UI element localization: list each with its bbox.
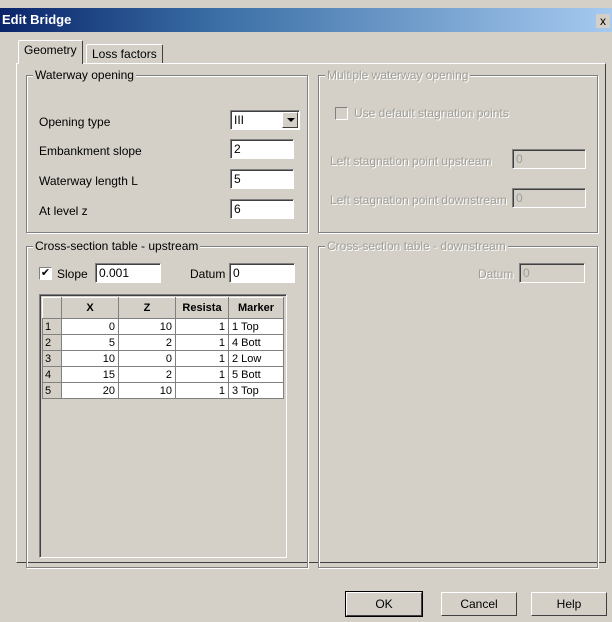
left-downstream-label: Left stagnation point downstream	[330, 193, 507, 207]
tab-loss-factors[interactable]: Loss factors	[86, 44, 163, 64]
waterway-length-input[interactable]: 5	[230, 169, 294, 189]
cell-marker[interactable]: 2 Low	[228, 350, 284, 367]
datum-input[interactable]: 0	[229, 263, 295, 283]
at-level-input[interactable]: 6	[230, 199, 294, 219]
row-header[interactable]: 2	[42, 334, 62, 351]
opening-type-select[interactable]: III	[230, 110, 300, 130]
upstream-grid: X Z Resista Marker 1 0 10 1 1 Top 2 5 2	[42, 297, 284, 399]
upstream-table[interactable]: X Z Resista Marker 1 0 10 1 1 Top 2 5 2	[39, 294, 287, 558]
embankment-slope-input[interactable]: 2	[230, 139, 294, 159]
slope-label: Slope	[57, 267, 88, 281]
at-level-label: At level z	[39, 204, 88, 218]
table-row: 1 0 10 1 1 Top	[42, 318, 284, 335]
cell-z[interactable]: 0	[118, 350, 176, 367]
cell-z[interactable]: 2	[118, 334, 176, 351]
cell-x[interactable]: 15	[61, 366, 119, 383]
downstream-group: Cross-section table - downstream	[318, 239, 598, 568]
cell-resista[interactable]: 1	[175, 318, 229, 335]
table-row: 3 10 0 1 2 Low	[42, 350, 284, 367]
close-icon[interactable]: x	[596, 14, 610, 28]
row-header[interactable]: 4	[42, 366, 62, 383]
downstream-datum-label: Datum	[478, 267, 514, 281]
cell-resista[interactable]: 1	[175, 366, 229, 383]
use-default-checkbox[interactable]	[335, 107, 348, 120]
upstream-legend: Cross-section table - upstream	[33, 239, 201, 253]
downstream-legend: Cross-section table - downstream	[325, 239, 508, 253]
column-header-x[interactable]: X	[61, 297, 119, 319]
cell-x[interactable]: 20	[61, 382, 119, 399]
multiple-opening-legend: Multiple waterway opening	[325, 68, 471, 82]
use-default-label: Use default stagnation points	[354, 106, 509, 120]
cell-x[interactable]: 10	[61, 350, 119, 367]
row-header[interactable]: 5	[42, 382, 62, 399]
opening-type-label: Opening type	[39, 115, 111, 129]
title-bar: Edit Bridge x	[0, 8, 612, 32]
cell-marker[interactable]: 1 Top	[228, 318, 284, 335]
cell-marker[interactable]: 4 Bott	[228, 334, 284, 351]
datum-label: Datum	[190, 267, 226, 281]
left-upstream-label: Left stagnation point upstream	[330, 154, 492, 168]
edit-bridge-dialog: Edit Bridge x Geometry Loss factors Wate…	[0, 0, 612, 622]
left-downstream-input[interactable]: 0	[512, 188, 586, 208]
table-row: 5 20 10 1 3 Top	[42, 382, 284, 399]
waterway-opening-legend: Waterway opening	[33, 68, 136, 82]
slope-checkbox[interactable]: ✔	[39, 267, 52, 280]
cancel-button[interactable]: Cancel	[441, 592, 517, 616]
help-button[interactable]: Help	[531, 592, 607, 616]
cell-x[interactable]: 5	[61, 334, 119, 351]
column-header-marker[interactable]: Marker	[228, 297, 284, 319]
column-header-z[interactable]: Z	[118, 297, 176, 319]
cell-z[interactable]: 10	[118, 318, 176, 335]
cell-resista[interactable]: 1	[175, 334, 229, 351]
corner-cell	[42, 297, 62, 319]
downstream-datum-input[interactable]: 0	[519, 263, 585, 283]
cell-resista[interactable]: 1	[175, 350, 229, 367]
cell-x[interactable]: 0	[61, 318, 119, 335]
column-header-resista[interactable]: Resista	[175, 297, 229, 319]
window-title: Edit Bridge	[2, 12, 72, 27]
cell-resista[interactable]: 1	[175, 382, 229, 399]
opening-type-value: III	[234, 113, 245, 127]
slope-input[interactable]: 0.001	[95, 263, 161, 283]
embankment-slope-label: Embankment slope	[39, 144, 142, 158]
tab-geometry[interactable]: Geometry	[18, 40, 83, 64]
cell-z[interactable]: 10	[118, 382, 176, 399]
row-header[interactable]: 3	[42, 350, 62, 367]
ok-button[interactable]: OK	[345, 591, 423, 617]
table-row: 4 15 2 1 5 Bott	[42, 366, 284, 383]
waterway-length-label: Waterway length L	[39, 174, 138, 188]
chevron-down-icon[interactable]	[282, 112, 298, 128]
cell-marker[interactable]: 3 Top	[228, 382, 284, 399]
table-row: 2 5 2 1 4 Bott	[42, 334, 284, 351]
cell-z[interactable]: 2	[118, 366, 176, 383]
row-header[interactable]: 1	[42, 318, 62, 335]
left-upstream-input[interactable]: 0	[512, 149, 586, 169]
table-header-row: X Z Resista Marker	[42, 297, 284, 319]
cell-marker[interactable]: 5 Bott	[228, 366, 284, 383]
